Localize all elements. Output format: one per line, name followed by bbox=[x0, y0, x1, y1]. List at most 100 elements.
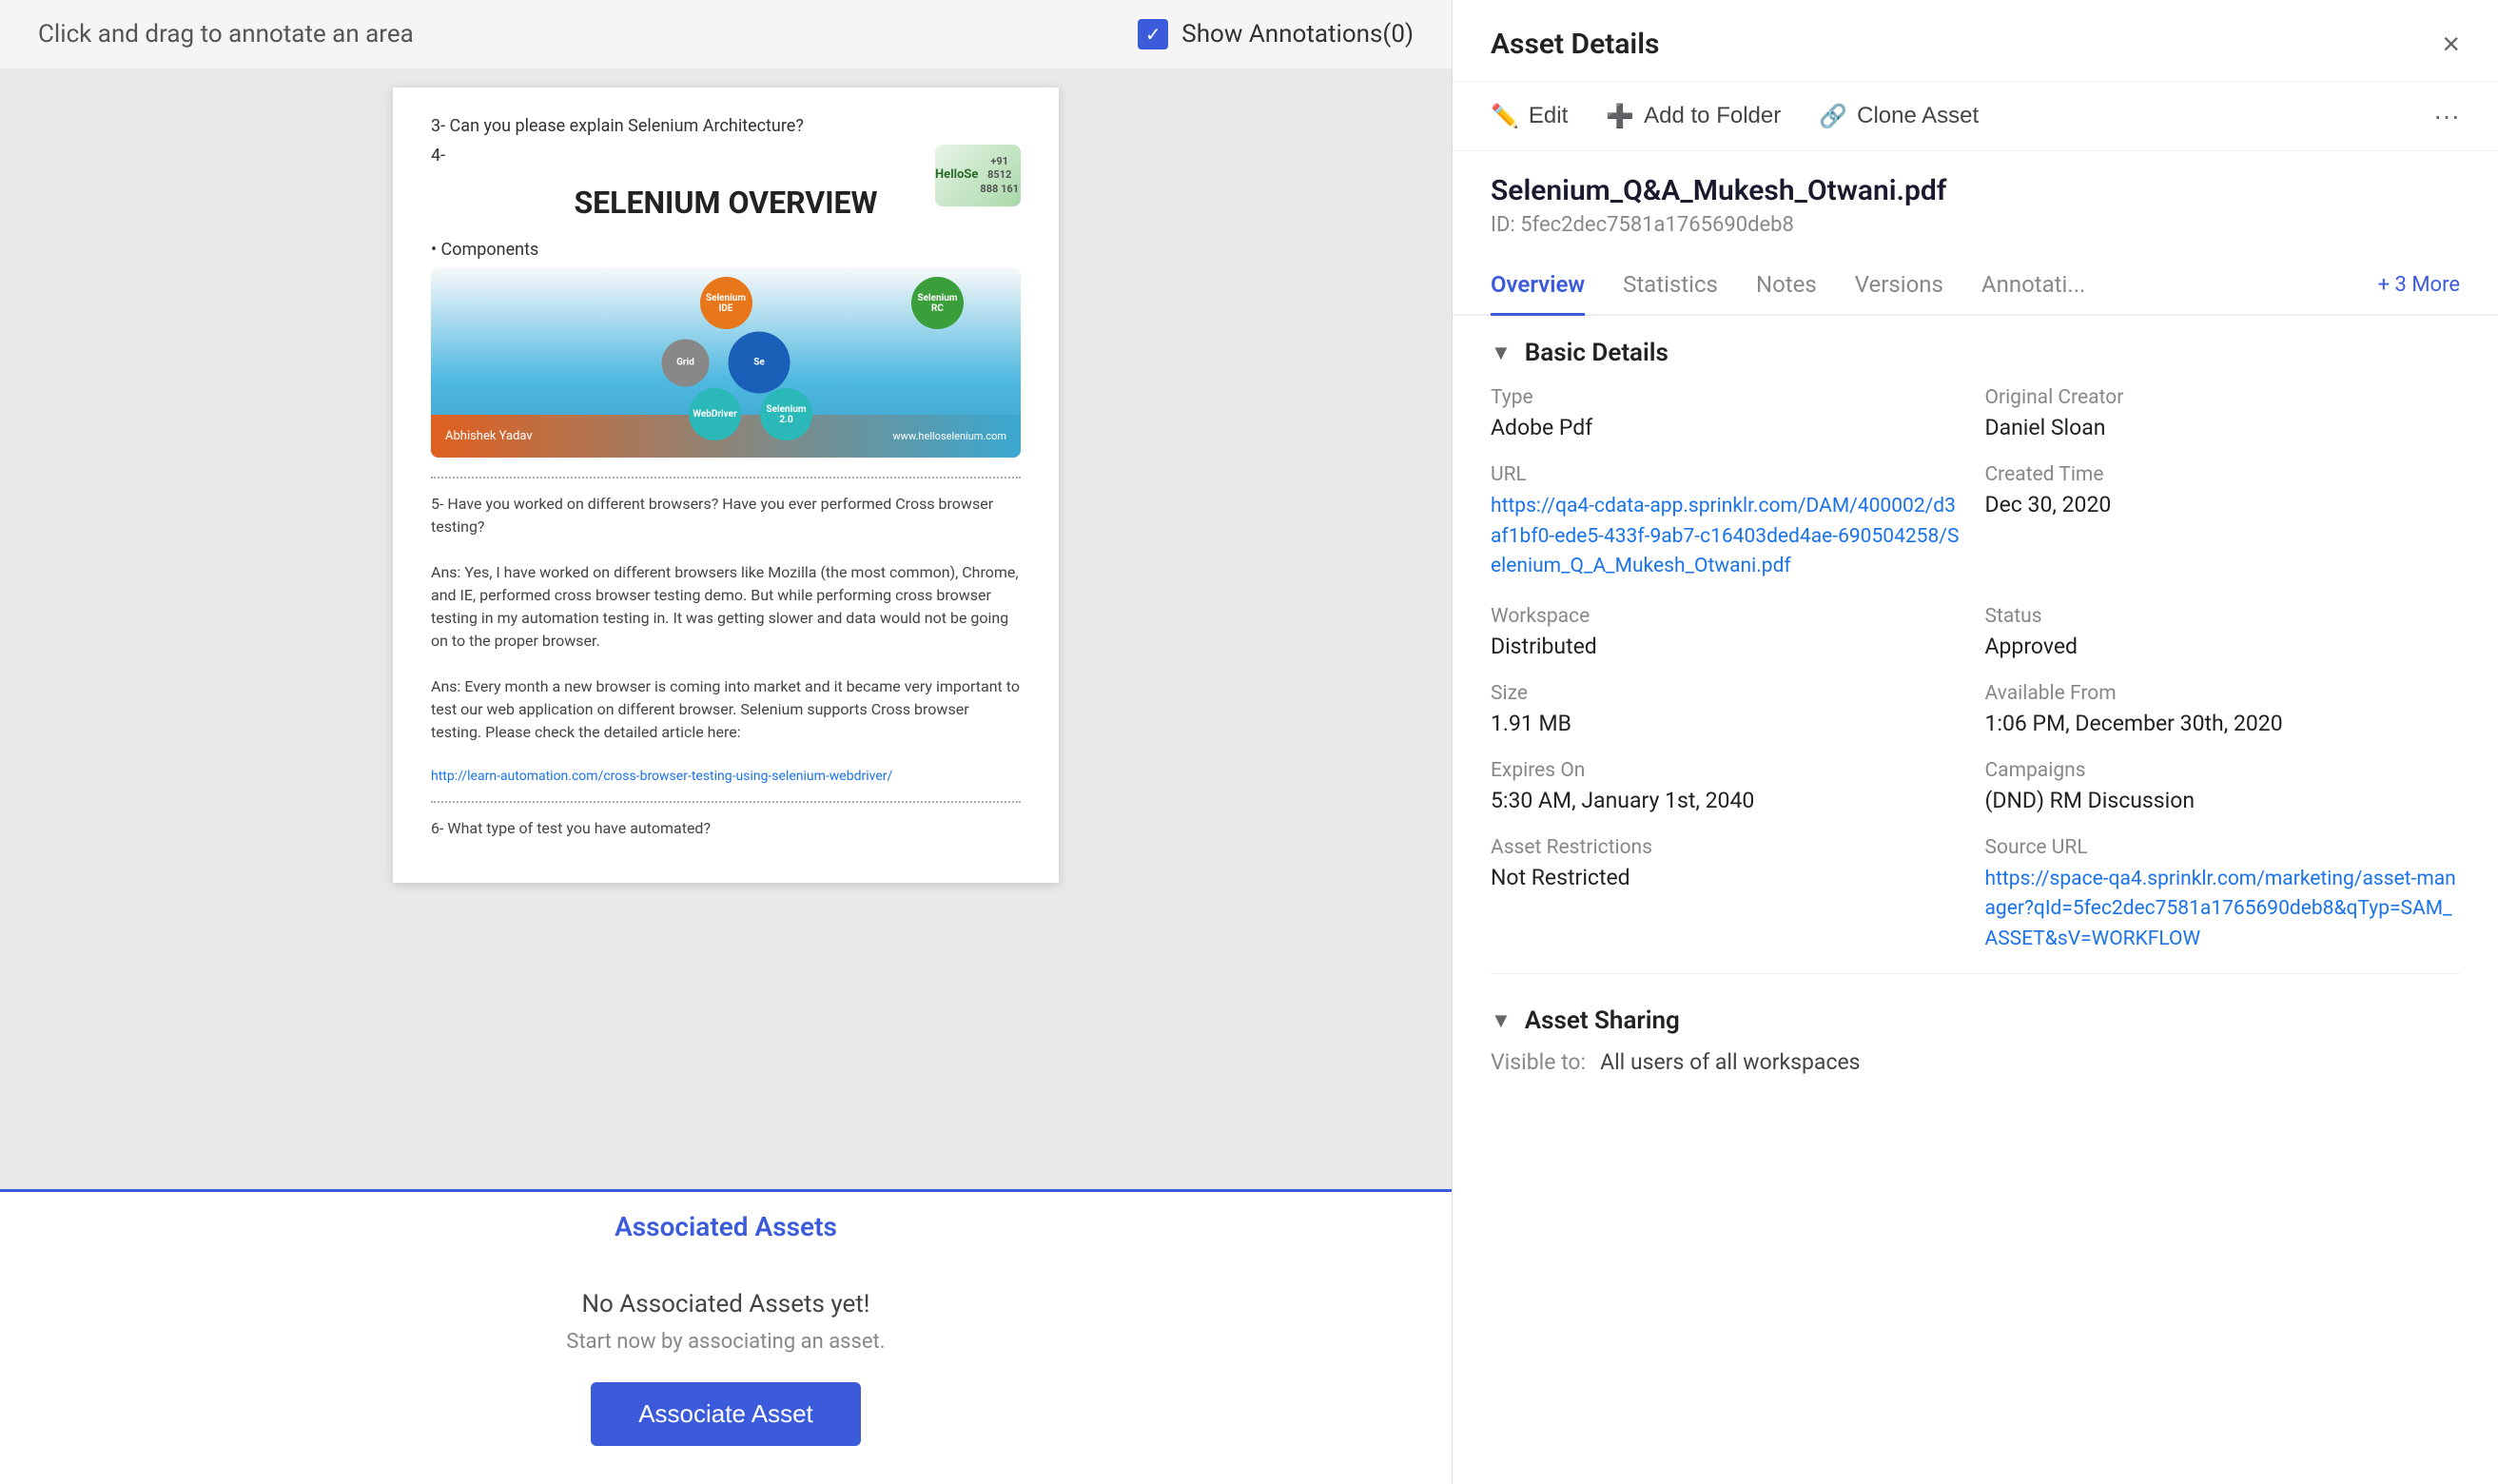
dotted-divider-2 bbox=[431, 801, 1021, 803]
more-actions-button[interactable]: ··· bbox=[2433, 101, 2460, 131]
basic-details-grid: Type Adobe Pdf Original Creator Daniel S… bbox=[1453, 377, 2498, 964]
original-creator-label: Original Creator bbox=[1985, 386, 2461, 409]
top-bar: Click and drag to annotate an area ✓ Sho… bbox=[0, 0, 1452, 68]
size-label: Size bbox=[1491, 682, 1966, 705]
show-annotations-label: Show Annotations(0) bbox=[1181, 20, 1414, 49]
clone-asset-label: Clone Asset bbox=[1857, 103, 1979, 129]
add-to-folder-label: Add to Folder bbox=[1644, 103, 1781, 129]
asset-restrictions-value: Not Restricted bbox=[1491, 865, 1966, 890]
campaigns-value: (DND) RM Discussion bbox=[1985, 788, 2461, 813]
detail-expires-on: Expires On 5:30 AM, January 1st, 2040 bbox=[1491, 759, 1966, 813]
visible-to-label: Visible to: bbox=[1491, 1049, 1586, 1075]
created-time-label: Created Time bbox=[1985, 463, 2461, 486]
q5-ans2: Ans: Every month a new browser is coming… bbox=[431, 675, 1021, 744]
circle-selenium-rc: SeleniumRC bbox=[911, 277, 964, 329]
detail-campaigns: Campaigns (DND) RM Discussion bbox=[1985, 759, 2461, 813]
detail-type: Type Adobe Pdf bbox=[1491, 386, 1966, 440]
doc-question-4: 4- bbox=[431, 146, 1021, 166]
detail-status: Status Approved bbox=[1985, 605, 2461, 659]
url-label: URL bbox=[1491, 463, 1966, 486]
size-value: 1.91 MB bbox=[1491, 711, 1966, 736]
workspace-value: Distributed bbox=[1491, 634, 1966, 659]
circle-grid: Grid bbox=[662, 339, 710, 386]
asset-name: Selenium_Q&A_Mukesh_Otwani.pdf bbox=[1453, 151, 2498, 213]
campaigns-label: Campaigns bbox=[1985, 759, 2461, 782]
detail-available-from: Available From 1:06 PM, December 30th, 2… bbox=[1985, 682, 2461, 736]
source-url-label: Source URL bbox=[1985, 836, 2461, 859]
doc-preview: 3- Can you please explain Selenium Archi… bbox=[0, 68, 1452, 1189]
close-button[interactable]: × bbox=[2442, 27, 2460, 62]
circle-se: Se bbox=[729, 332, 790, 394]
workspace-label: Workspace bbox=[1491, 605, 1966, 628]
section-divider bbox=[1491, 973, 2460, 974]
show-annotations-container[interactable]: ✓ Show Annotations(0) bbox=[1138, 19, 1414, 49]
detail-original-creator: Original Creator Daniel Sloan bbox=[1985, 386, 2461, 440]
status-label: Status bbox=[1985, 605, 2461, 628]
basic-details-arrow[interactable]: ▼ bbox=[1491, 341, 1512, 365]
tab-more[interactable]: + 3 More bbox=[2378, 273, 2460, 297]
expires-on-value: 5:30 AM, January 1st, 2040 bbox=[1491, 788, 1966, 813]
doc-title: SELENIUM OVERVIEW bbox=[431, 185, 1021, 221]
edit-label: Edit bbox=[1529, 103, 1568, 129]
banner-site: www.helloselenium.com bbox=[892, 430, 1006, 442]
tab-overview[interactable]: Overview bbox=[1491, 256, 1585, 316]
assoc-header: Associated Assets bbox=[0, 1192, 1452, 1261]
asset-sharing-title: Asset Sharing bbox=[1525, 1006, 1680, 1035]
doc-question-5: 5- Have you worked on different browsers… bbox=[431, 493, 1021, 787]
available-from-value: 1:06 PM, December 30th, 2020 bbox=[1985, 711, 2461, 736]
dotted-divider-1 bbox=[431, 477, 1021, 478]
type-value: Adobe Pdf bbox=[1491, 415, 1966, 440]
panel-title: Asset Details bbox=[1491, 28, 1659, 61]
detail-size: Size 1.91 MB bbox=[1491, 682, 1966, 736]
associate-asset-button[interactable]: Associate Asset bbox=[591, 1382, 861, 1446]
doc-link[interactable]: http://learn-automation.com/cross-browse… bbox=[431, 767, 1021, 787]
left-panel: Click and drag to annotate an area ✓ Sho… bbox=[0, 0, 1452, 1484]
assoc-empty-subtitle: Start now by associating an asset. bbox=[19, 1330, 1433, 1354]
panel-header: Asset Details × bbox=[1453, 0, 2498, 82]
asset-sharing-content: Visible to: All users of all workspaces bbox=[1453, 1045, 2498, 1095]
visible-to-value: All users of all workspaces bbox=[1600, 1049, 1860, 1075]
tab-statistics[interactable]: Statistics bbox=[1623, 256, 1718, 316]
original-creator-value: Daniel Sloan bbox=[1985, 415, 2461, 440]
edit-icon: ✏️ bbox=[1491, 103, 1519, 130]
hello-se-logo: HelloSe+91 8512 888 161 bbox=[935, 145, 1021, 206]
source-url-value[interactable]: https://space-qa4.sprinklr.com/marketing… bbox=[1985, 865, 2461, 955]
asset-restrictions-label: Asset Restrictions bbox=[1491, 836, 1966, 859]
edit-button[interactable]: ✏️ Edit bbox=[1491, 103, 1568, 130]
created-time-value: Dec 30, 2020 bbox=[1985, 492, 2461, 517]
assoc-content: No Associated Assets yet! Start now by a… bbox=[0, 1261, 1452, 1484]
add-to-folder-button[interactable]: ➕ Add to Folder bbox=[1606, 103, 1781, 130]
available-from-label: Available From bbox=[1985, 682, 2461, 705]
basic-details-title: Basic Details bbox=[1525, 339, 1669, 367]
components-diagram: SeleniumIDE SeleniumRC Grid Se WebDriver… bbox=[431, 267, 1021, 458]
show-annotations-checkbox[interactable]: ✓ bbox=[1138, 19, 1168, 49]
asset-sharing-arrow[interactable]: ▼ bbox=[1491, 1008, 1512, 1033]
detail-source-url: Source URL https://space-qa4.sprinklr.co… bbox=[1985, 836, 2461, 955]
q5-ans1: Ans: Yes, I have worked on different bro… bbox=[431, 561, 1021, 653]
circle-selenium20: Selenium2.0 bbox=[760, 388, 812, 440]
status-value: Approved bbox=[1985, 634, 2461, 659]
doc-question-6: 6- What type of test you have automated? bbox=[431, 817, 1021, 840]
assoc-empty-title: No Associated Assets yet! bbox=[19, 1290, 1433, 1318]
circle-webdriver: WebDriver bbox=[689, 388, 741, 440]
components-section: • Components SeleniumIDE SeleniumRC Grid… bbox=[431, 240, 1021, 458]
doc-title-block: SELENIUM OVERVIEW HelloSe+91 8512 888 16… bbox=[431, 185, 1021, 221]
detail-url: URL https://qa4-cdata-app.sprinklr.com/D… bbox=[1491, 463, 1966, 582]
doc-page: 3- Can you please explain Selenium Archi… bbox=[393, 88, 1059, 883]
tab-versions[interactable]: Versions bbox=[1855, 256, 1943, 316]
basic-details-header: ▼ Basic Details bbox=[1453, 316, 2498, 377]
tab-annotations[interactable]: Annotati... bbox=[1981, 256, 2085, 316]
clone-icon: 🔗 bbox=[1819, 103, 1847, 130]
action-bar: ✏️ Edit ➕ Add to Folder 🔗 Clone Asset ··… bbox=[1453, 82, 2498, 151]
clone-asset-button[interactable]: 🔗 Clone Asset bbox=[1819, 103, 1979, 130]
url-value[interactable]: https://qa4-cdata-app.sprinklr.com/DAM/4… bbox=[1491, 492, 1966, 582]
expires-on-label: Expires On bbox=[1491, 759, 1966, 782]
type-label: Type bbox=[1491, 386, 1966, 409]
components-label: • Components bbox=[431, 240, 1021, 260]
q5-text: 5- Have you worked on different browsers… bbox=[431, 493, 1021, 538]
annotation-hint: Click and drag to annotate an area bbox=[38, 20, 414, 49]
right-panel: Asset Details × ✏️ Edit ➕ Add to Folder … bbox=[1452, 0, 2498, 1484]
doc-question-3: 3- Can you please explain Selenium Archi… bbox=[431, 116, 1021, 136]
tab-notes[interactable]: Notes bbox=[1756, 256, 1817, 316]
associated-assets-section: Associated Assets No Associated Assets y… bbox=[0, 1189, 1452, 1484]
